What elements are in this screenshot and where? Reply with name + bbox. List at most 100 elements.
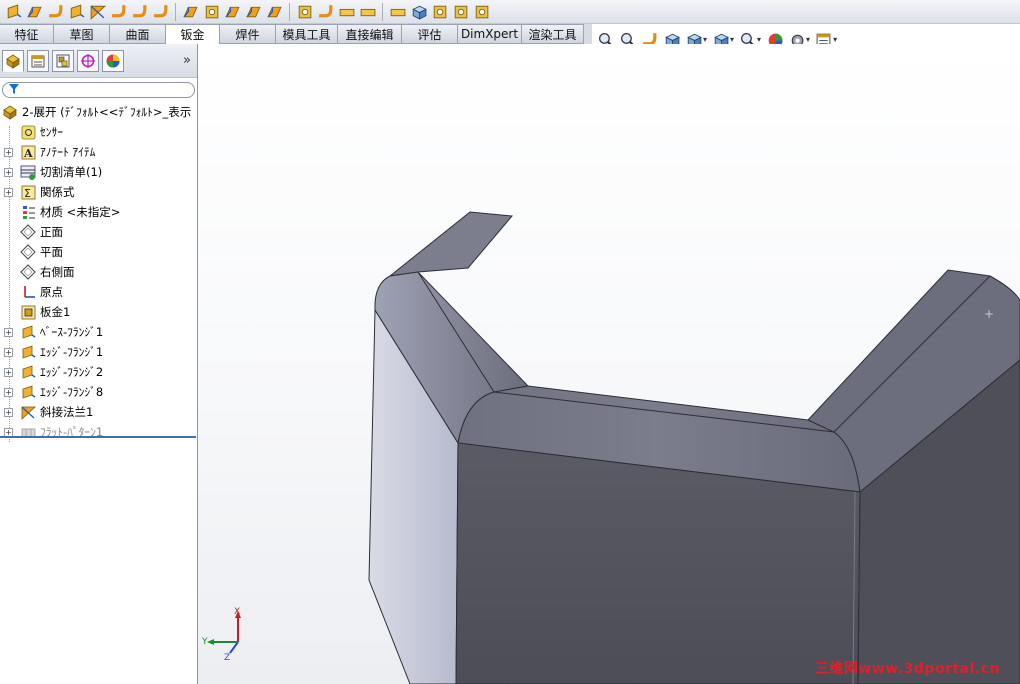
tab-5[interactable]: 模具工具 (276, 24, 338, 44)
tree-item[interactable]: + ｴｯｼﾞ-ﾌﾗﾝｼﾞ2 (0, 362, 197, 382)
expand-toggle-icon[interactable]: + (4, 328, 13, 337)
expand-toggle-icon[interactable]: + (4, 148, 13, 157)
tab-3[interactable]: 钣金 (166, 24, 220, 45)
extruded-cut-button[interactable] (430, 2, 449, 21)
tree-item[interactable]: ｾﾝｻｰ (0, 122, 197, 142)
displaymanager-tab[interactable] (102, 49, 124, 72)
tab-1[interactable]: 草图 (54, 24, 110, 44)
dropdown-arrow-icon[interactable]: ▾ (806, 35, 810, 44)
no-bends-button[interactable] (409, 2, 428, 21)
dropdown-arrow-icon[interactable]: ▾ (833, 35, 837, 44)
tree-item[interactable]: + 切割清单(1) (0, 162, 197, 182)
dropdown-arrow-icon[interactable]: ▾ (703, 35, 707, 44)
tree-item[interactable]: 平面 (0, 242, 197, 262)
break-corner-button[interactable] (265, 2, 284, 21)
tree-item-label: 平面 (40, 245, 63, 259)
propertymanager-tab[interactable] (27, 49, 49, 72)
expand-toggle-icon[interactable]: + (4, 408, 13, 417)
convert-to-sheet-metal-button[interactable] (25, 2, 44, 21)
reference-triad: X Y Z (200, 606, 250, 663)
tree-item[interactable]: + 斜接法兰1 (0, 402, 197, 422)
tree-item[interactable]: 材质 <未指定> (0, 202, 197, 222)
dropdown-arrow-icon[interactable]: ▾ (757, 35, 761, 44)
rip-button[interactable] (295, 2, 314, 21)
tree-item-label: ｾﾝｻｰ (40, 125, 63, 139)
expand-panel-button[interactable]: » (183, 53, 191, 68)
tree-item[interactable]: + ｴｯｼﾞ-ﾌﾗﾝｼﾞ1 (0, 342, 197, 362)
configurationmanager-tab[interactable] (52, 49, 74, 72)
sheet-metal-model[interactable]: + (198, 44, 1020, 684)
tree-item[interactable]: + ｴｯｼﾞ-ﾌﾗﾝｼﾞ8 (0, 382, 197, 402)
sketched-bend-button[interactable] (151, 2, 170, 21)
tree-item[interactable]: + ﾍﾞｰｽ-ﾌﾗﾝｼﾞ1 (0, 322, 197, 342)
base-flange-button[interactable] (4, 2, 23, 21)
fold-button[interactable] (358, 2, 377, 21)
plane-icon (20, 244, 36, 260)
tab-9[interactable]: 渲染工具 (522, 24, 584, 44)
material-icon (20, 204, 36, 220)
expand-toggle-icon[interactable]: + (4, 168, 13, 177)
tab-7[interactable]: 评估 (402, 24, 458, 44)
tree-item[interactable]: + ﾌﾗｯﾄ-ﾊﾟﾀｰﾝ1 (0, 422, 197, 442)
tree-item-label: 切割清单(1) (40, 165, 103, 179)
tree-item[interactable]: + A ｱﾉﾃｰﾄ ｱｲﾃﾑ (0, 142, 197, 162)
edge-flange-icon (20, 344, 36, 360)
weld-corner-button[interactable] (244, 2, 263, 21)
dimxpertmanager-tab[interactable] (77, 49, 99, 72)
expand-toggle-icon[interactable]: + (4, 388, 13, 397)
jog-button[interactable] (130, 2, 149, 21)
tree-item[interactable]: 正面 (0, 222, 197, 242)
tree-item[interactable]: 板金1 (0, 302, 197, 322)
weld-corner-icon (245, 3, 262, 20)
sheet-metal-icon (20, 304, 36, 320)
featuremanager-tab-icon (5, 53, 21, 69)
edge-flange-icon (68, 3, 85, 20)
triad-z-label: Z (224, 653, 230, 662)
miter-flange-icon (20, 404, 36, 420)
part-icon (2, 104, 18, 120)
closed-corner-button[interactable] (223, 2, 242, 21)
miter-flange-button[interactable] (88, 2, 107, 21)
tree-item[interactable]: 原点 (0, 282, 197, 302)
hem-button[interactable] (109, 2, 128, 21)
tab-4[interactable]: 焊件 (220, 24, 276, 44)
tree-root-part[interactable]: 2-展开 (ﾃﾞﾌｫﾙﾄ<<ﾃﾞﾌｫﾙﾄ>_表示 (0, 102, 197, 122)
tab-6[interactable]: 直接编辑 (338, 24, 402, 44)
expand-toggle-icon[interactable]: + (4, 348, 13, 357)
dropdown-arrow-icon[interactable]: ▾ (730, 35, 734, 44)
tree-item-label: ｱﾉﾃｰﾄ ｱｲﾃﾑ (40, 145, 96, 159)
tab-8[interactable]: DimXpert (458, 24, 522, 44)
vent-button[interactable] (472, 2, 491, 21)
expand-toggle-icon[interactable]: + (4, 368, 13, 377)
tree-item[interactable]: 右側面 (0, 262, 197, 282)
cross-break-button[interactable] (181, 2, 200, 21)
tree-item-label: 斜接法兰1 (40, 405, 94, 419)
expand-toggle-icon[interactable]: + (4, 188, 13, 197)
break-corner-icon (266, 3, 283, 20)
featuremanager-tab[interactable] (2, 49, 24, 72)
flatten-button[interactable] (388, 2, 407, 21)
lofted-bend-button[interactable] (46, 2, 65, 21)
left-flange-top (388, 211, 513, 277)
tree-item[interactable]: + Σ 関係式 (0, 182, 197, 202)
triad-y-label: Y (201, 637, 208, 647)
unfold-button[interactable] (337, 2, 356, 21)
dimxpertmanager-tab-icon (80, 53, 96, 69)
equations-icon: Σ (20, 184, 36, 200)
tree-item-label: 材质 <未指定> (40, 205, 121, 219)
forming-tool-button[interactable] (202, 2, 221, 21)
tree-item-label: ｴｯｼﾞ-ﾌﾗﾝｼﾞ8 (40, 385, 104, 399)
cross-break-icon (182, 3, 199, 20)
edge-flange-button[interactable] (67, 2, 86, 21)
simple-hole-button[interactable] (451, 2, 470, 21)
graphics-area[interactable]: + (198, 44, 1020, 684)
tab-0[interactable]: 特征 (0, 24, 54, 44)
tree-filter-input[interactable] (2, 82, 195, 98)
svg-text:+: + (984, 307, 994, 321)
base-flange-icon (5, 3, 22, 20)
fold-icon (359, 3, 376, 20)
insert-bends-button[interactable] (316, 2, 335, 21)
tree-root-label: 2-展开 (ﾃﾞﾌｫﾙﾄ<<ﾃﾞﾌｫﾙﾄ>_表示 (22, 105, 192, 119)
tab-2[interactable]: 曲面 (110, 24, 166, 44)
simple-hole-icon (452, 3, 469, 20)
